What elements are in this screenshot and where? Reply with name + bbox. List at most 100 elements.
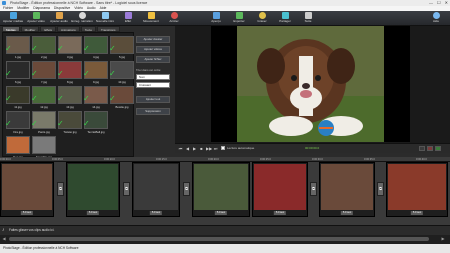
check-icon: ✓ xyxy=(83,94,90,103)
check-icon: ✓ xyxy=(31,119,38,128)
media-item[interactable]: ✓ 12.jpg xyxy=(31,86,56,110)
media-item[interactable]: ✓ 9.jpg xyxy=(83,61,108,85)
fit-view-button[interactable] xyxy=(419,146,425,151)
transition-icon[interactable]: ⧉ xyxy=(123,182,130,196)
transition-icon[interactable]: ⧉ xyxy=(183,182,190,196)
media-item[interactable]: ✓ 11.jpg xyxy=(5,86,30,110)
check-icon: ✓ xyxy=(83,69,90,78)
record-narration-button[interactable]: Enreg. narration xyxy=(71,12,93,25)
audio-track[interactable]: ♪ Faites glisser vos clips audio ici. xyxy=(0,225,450,235)
timeline-slide[interactable]: 5.0 sec xyxy=(0,162,54,217)
text-icon xyxy=(101,12,109,19)
zoom-out-button[interactable] xyxy=(427,146,433,151)
delete-button[interactable]: Suppression xyxy=(136,108,170,115)
new-intro-button[interactable]: Nouvelle intro xyxy=(94,12,116,25)
export-button[interactable]: Exporter xyxy=(228,12,250,25)
media-item[interactable]: ✓ Fire.jpg xyxy=(5,111,30,135)
media-item[interactable]: ✓ 8.jpg xyxy=(57,61,82,85)
media-item[interactable]: ✓ TennisBall.jpg xyxy=(83,111,108,135)
transition-icon[interactable]: ⧉ xyxy=(57,182,64,196)
help-icon xyxy=(432,12,440,19)
media-item[interactable]: ✓ 6.jpg xyxy=(5,61,30,85)
film-icon xyxy=(32,12,40,19)
preview-button[interactable]: Aperçu xyxy=(205,12,227,25)
fast-forward-icon[interactable]: ▶▶ xyxy=(206,146,212,151)
folder-icon xyxy=(9,12,17,19)
check-icon: ✓ xyxy=(31,94,38,103)
add-all-button[interactable]: Ajouter tout xyxy=(136,96,170,103)
suite-icon xyxy=(304,12,312,19)
slide-timeline: 5.0 sec ⧉ 5.0 sec ⧉ 5.0 sec ⧉ 5.0 sec 5.… xyxy=(0,162,450,230)
add-audio-button[interactable]: Ajouter audio xyxy=(48,12,70,25)
scroll-thumb[interactable] xyxy=(9,237,429,241)
check-icon: ✓ xyxy=(109,69,116,78)
media-item[interactable]: ✓ 3.jpg xyxy=(57,36,82,60)
share-button[interactable]: Partager xyxy=(274,12,296,25)
slide-thumbnail xyxy=(321,164,373,210)
scroll-right-icon[interactable]: ▶ xyxy=(440,236,446,242)
motion-button[interactable]: Mouvement xyxy=(140,12,162,25)
add-folder-button[interactable]: Ajouter dossier xyxy=(136,36,170,43)
add-media-button[interactable]: Ajouter médias xyxy=(2,12,24,25)
effect-icon xyxy=(124,12,132,19)
play-icon[interactable]: ▶ xyxy=(192,146,197,151)
media-item[interactable]: ✓ Pants.jpg xyxy=(31,111,56,135)
sort-select[interactable]: Nom xyxy=(136,74,170,80)
media-item[interactable]: ✓ 10.jpg xyxy=(109,61,134,85)
burn-button[interactable]: Graver xyxy=(251,12,273,25)
skip-end-icon[interactable]: ⏭ xyxy=(213,146,218,151)
zoom-in-button[interactable] xyxy=(435,146,441,151)
slide-thumbnail xyxy=(194,164,248,210)
check-icon: ✓ xyxy=(31,44,38,53)
music-note-icon: ♪ xyxy=(2,227,5,233)
skip-start-icon[interactable]: ⏮ xyxy=(178,146,183,151)
media-item[interactable]: ✓ 4.jpg xyxy=(83,36,108,60)
transition-icon[interactable]: ⧉ xyxy=(377,182,384,196)
preview-panel xyxy=(175,26,450,143)
add-file-button[interactable]: Ajouter fichier xyxy=(136,56,170,63)
add-video-button[interactable]: Ajouter vidéo xyxy=(25,12,47,25)
media-item[interactable]: ✓ Bowtie.jpg xyxy=(109,86,134,110)
slide-duration: 5.0 sec xyxy=(149,211,163,215)
timeline-slide[interactable]: 5.0 sec xyxy=(66,162,120,217)
timeline-slide[interactable]: 5.0 sec xyxy=(319,162,375,217)
disc-icon xyxy=(258,12,266,19)
effect-button[interactable]: Effet xyxy=(117,12,139,25)
status-bar: PhotoStage - Édition professionnelle à N… xyxy=(0,244,450,253)
media-item[interactable]: ✓ Twister.jpg xyxy=(57,111,82,135)
media-item[interactable]: ✓ 5.jpg xyxy=(109,36,134,60)
check-icon: ✓ xyxy=(57,69,64,78)
check-icon: ✓ xyxy=(57,44,64,53)
timeline-slide[interactable]: 5.0 sec xyxy=(132,162,180,217)
help-button[interactable]: Aide xyxy=(425,12,447,25)
scroll-left-icon[interactable]: ◀ xyxy=(1,236,7,242)
media-thumbnail xyxy=(32,136,56,154)
transition-icon[interactable]: ⧉ xyxy=(310,182,317,196)
check-icon: ✓ xyxy=(5,119,12,128)
media-item[interactable]: ✓ 7.jpg xyxy=(31,61,56,85)
timeline-slide[interactable]: 5.0 sec xyxy=(192,162,250,217)
slide-duration: 5.0 sec xyxy=(410,211,424,215)
stop-playback-icon[interactable]: ■ xyxy=(199,146,204,151)
timeline-slide[interactable]: 5.0 sec xyxy=(386,162,448,217)
check-icon: ✓ xyxy=(109,94,116,103)
stop-button[interactable]: Arrêter xyxy=(163,12,185,25)
timeline-scrollbar[interactable]: ◀ ▶ xyxy=(0,235,450,244)
autoplay-checkbox[interactable] xyxy=(221,146,225,150)
media-thumbnail xyxy=(6,136,30,154)
add-videos-button[interactable]: Ajouter vidéos xyxy=(136,46,170,53)
media-item[interactable]: ✓ 2.jpg xyxy=(31,36,56,60)
timeline-slide[interactable]: 5.0 sec xyxy=(252,162,308,217)
preview-icon xyxy=(212,12,220,19)
media-item[interactable]: ✓ 14.jpg xyxy=(83,86,108,110)
slide-duration: 5.0 sec xyxy=(340,211,354,215)
media-item[interactable]: ✓ 1.jpg xyxy=(5,36,30,60)
check-icon: ✓ xyxy=(5,94,12,103)
main-toolbar: Ajouter médias Ajouter vidéo Ajouter aud… xyxy=(0,11,450,26)
order-select[interactable]: Croissant xyxy=(136,82,170,88)
suite-button[interactable]: Suite xyxy=(297,12,319,25)
playback-controls: ⏮ ◀ ▶ ■ ▶▶ ⏭ Lecture automatique 00:00:0… xyxy=(175,143,450,153)
export-icon xyxy=(235,12,243,19)
media-item[interactable]: ✓ 13.jpg xyxy=(57,86,82,110)
step-back-icon[interactable]: ◀ xyxy=(185,146,190,151)
